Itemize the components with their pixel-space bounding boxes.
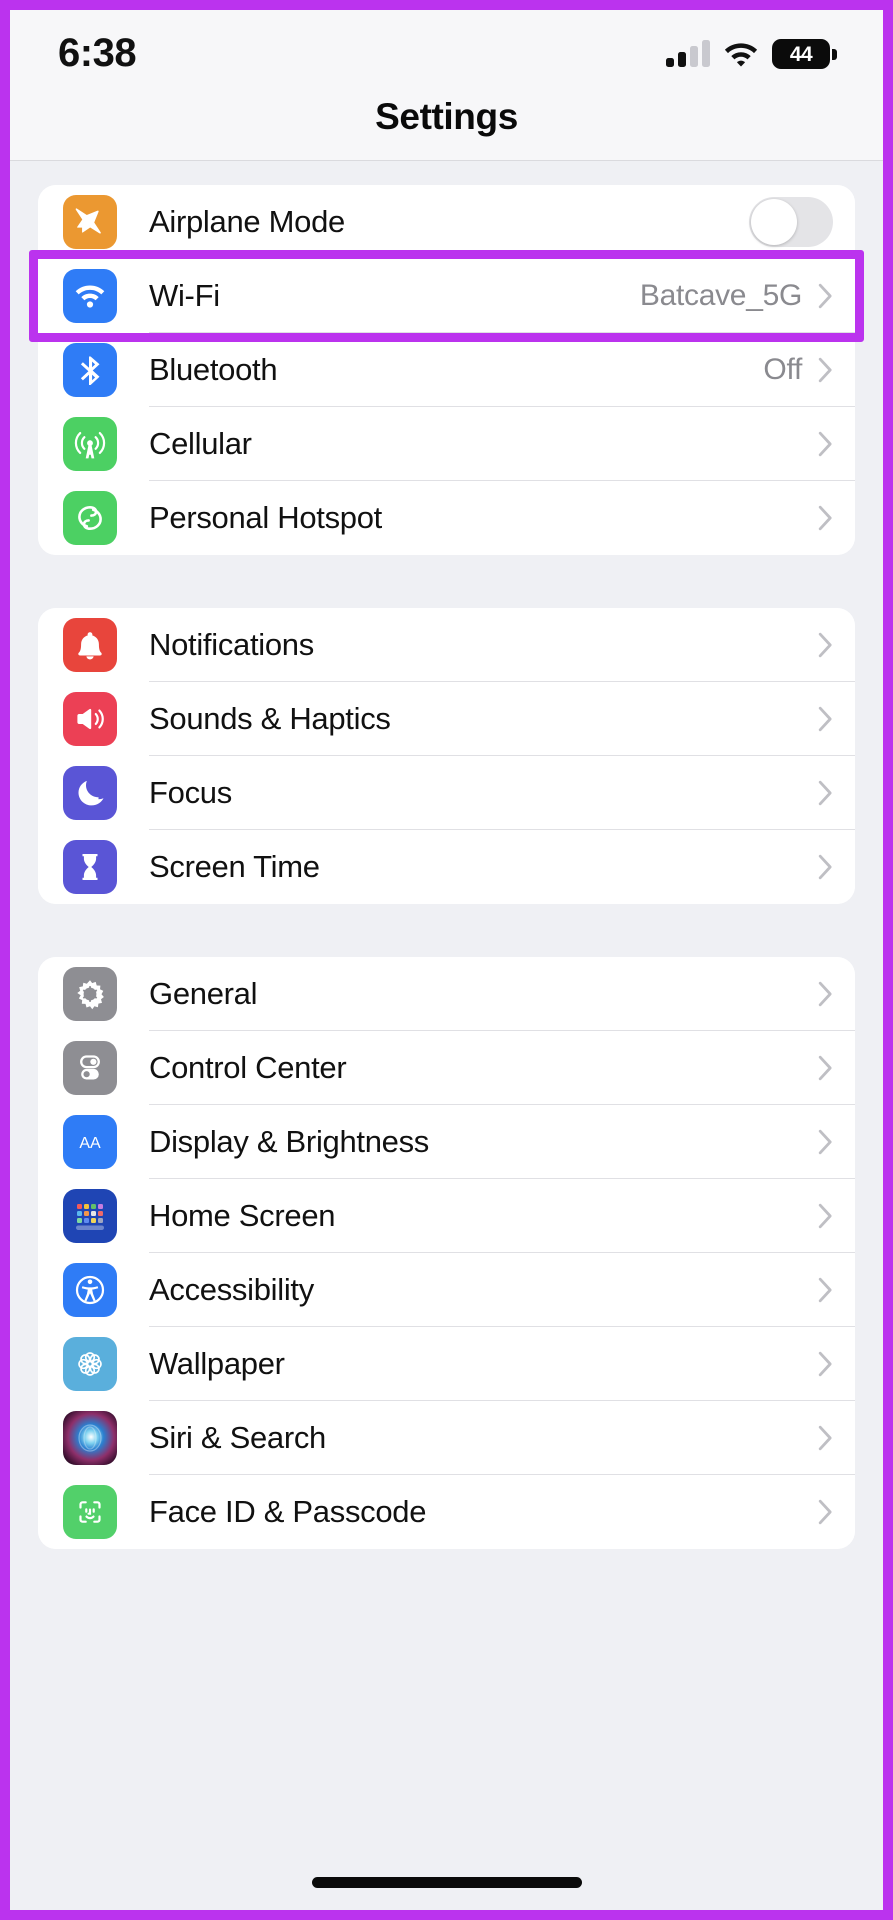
chevron-right-icon (818, 981, 833, 1007)
chevron-right-icon (818, 431, 833, 457)
settings-row-face-id-passcode[interactable]: Face ID & Passcode (38, 1475, 855, 1549)
chevron-right-icon (818, 1499, 833, 1525)
bluetooth-icon (63, 343, 117, 397)
settings-row-value: Off (763, 353, 802, 386)
settings-row-siri-search[interactable]: Siri & Search (38, 1401, 855, 1475)
text-size-icon: AA (63, 1115, 117, 1169)
hourglass-icon (63, 840, 117, 894)
status-bar-clock: 6:38 (58, 30, 137, 75)
settings-row-wallpaper[interactable]: Wallpaper (38, 1327, 855, 1401)
settings-row-label: Airplane Mode (149, 204, 345, 239)
settings-row-value: Batcave_5G (639, 279, 802, 312)
settings-row-control-center[interactable]: Control Center (38, 1031, 855, 1105)
battery-icon: 44 (772, 39, 837, 69)
settings-row-label: Face ID & Passcode (149, 1494, 427, 1529)
airplane-mode-toggle[interactable] (749, 197, 833, 247)
chevron-right-icon (818, 1203, 833, 1229)
chevron-right-icon (818, 854, 833, 880)
hotspot-link-icon (63, 491, 117, 545)
chevron-right-icon (818, 1055, 833, 1081)
wifi-icon (63, 269, 117, 323)
settings-row-general[interactable]: General (38, 957, 855, 1031)
svg-text:AA: AA (79, 1135, 101, 1152)
airplane-icon (63, 195, 117, 249)
toggles-icon (63, 1041, 117, 1095)
bell-icon (63, 618, 117, 672)
settings-row-focus[interactable]: Focus (38, 756, 855, 830)
chevron-right-icon (818, 1129, 833, 1155)
settings-row-label: Sounds & Haptics (149, 701, 391, 736)
settings-row-label: Bluetooth (149, 352, 278, 387)
chevron-right-icon (818, 1277, 833, 1303)
wifi-icon (724, 41, 758, 67)
settings-row-label: Cellular (149, 426, 252, 461)
settings-row-notifications[interactable]: Notifications (38, 608, 855, 682)
status-bar-indicators: 44 (666, 39, 837, 69)
navigation-header: Settings (10, 96, 883, 161)
settings-row-label: Siri & Search (149, 1420, 326, 1455)
chevron-right-icon (818, 505, 833, 531)
settings-group-alerts: Notifications Sounds & Haptics Focus Screen… (38, 608, 855, 904)
cellular-signal-icon (666, 40, 710, 67)
settings-row-label: General (149, 976, 258, 1011)
settings-row-accessibility[interactable]: Accessibility (38, 1253, 855, 1327)
settings-row-label: Wallpaper (149, 1346, 285, 1381)
chevron-right-icon (818, 632, 833, 658)
settings-row-label: Wi-Fi (149, 278, 220, 313)
settings-row-airplane-mode[interactable]: Airplane Mode (38, 185, 855, 259)
settings-row-label: Display & Brightness (149, 1124, 430, 1159)
chevron-right-icon (818, 357, 833, 383)
settings-row-label: Screen Time (149, 849, 320, 884)
settings-row-label: Personal Hotspot (149, 500, 382, 535)
flower-icon (63, 1337, 117, 1391)
phone-screenshot-frame: 6:38 44 Settings Airplane Mode Wi-Fi Bat… (0, 0, 893, 1920)
settings-list[interactable]: Airplane Mode Wi-Fi Batcave_5G Bluetooth Off… (10, 161, 883, 1910)
app-grid-icon (63, 1189, 117, 1243)
settings-row-label: Focus (149, 775, 232, 810)
accessibility-icon (63, 1263, 117, 1317)
settings-row-cellular[interactable]: Cellular (38, 407, 855, 481)
settings-group-system: General Control Center AA Display & Brightn… (38, 957, 855, 1549)
settings-row-home-screen[interactable]: Home Screen (38, 1179, 855, 1253)
gear-icon (63, 967, 117, 1021)
settings-row-label: Home Screen (149, 1198, 336, 1233)
chevron-right-icon (818, 283, 833, 309)
settings-row-display-brightness[interactable]: AA Display & Brightness (38, 1105, 855, 1179)
settings-row-sounds-haptics[interactable]: Sounds & Haptics (38, 682, 855, 756)
cellular-tower-icon (63, 417, 117, 471)
settings-row-screen-time[interactable]: Screen Time (38, 830, 855, 904)
speaker-icon (63, 692, 117, 746)
siri-orb-icon (63, 1411, 117, 1465)
settings-row-label: Notifications (149, 627, 314, 662)
battery-percentage: 44 (789, 42, 813, 66)
settings-row-wi-fi[interactable]: Wi-Fi Batcave_5G (38, 259, 855, 333)
chevron-right-icon (818, 706, 833, 732)
moon-icon (63, 766, 117, 820)
settings-row-bluetooth[interactable]: Bluetooth Off (38, 333, 855, 407)
settings-group-connectivity: Airplane Mode Wi-Fi Batcave_5G Bluetooth Off… (38, 185, 855, 555)
page-title: Settings (375, 96, 518, 137)
chevron-right-icon (818, 1425, 833, 1451)
face-id-icon (63, 1485, 117, 1539)
settings-row-label: Control Center (149, 1050, 347, 1085)
status-bar: 6:38 44 (10, 10, 883, 98)
settings-row-personal-hotspot[interactable]: Personal Hotspot (38, 481, 855, 555)
home-indicator (311, 1877, 582, 1888)
chevron-right-icon (818, 780, 833, 806)
settings-row-label: Accessibility (149, 1272, 314, 1307)
chevron-right-icon (818, 1351, 833, 1377)
